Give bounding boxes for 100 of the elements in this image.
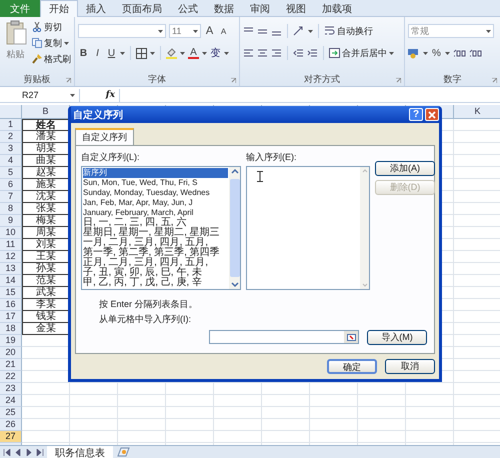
dialog-button[interactable]: 确定: [327, 359, 377, 374]
vertical-align-icon[interactable]: [257, 26, 268, 36]
row-header[interactable]: 11: [0, 239, 22, 251]
orientation-icon[interactable]: [293, 26, 305, 36]
decrease-decimal-icon[interactable]: [469, 48, 482, 58]
close-button[interactable]: [425, 108, 439, 121]
row-header[interactable]: 2: [0, 131, 22, 143]
import-button[interactable]: 导入(M): [367, 330, 427, 345]
row-header[interactable]: 12: [0, 251, 22, 263]
decrease-indent-icon[interactable]: [293, 48, 304, 58]
row-header[interactable]: 1: [0, 119, 22, 131]
row-header[interactable]: 16: [0, 299, 22, 311]
merge-center-button[interactable]: 合并后居中: [329, 46, 394, 60]
italic-button[interactable]: I: [92, 46, 103, 60]
list-item[interactable]: Sun, Mon, Tue, Wed, Thu, Fri, S: [83, 178, 228, 188]
font-name-field[interactable]: [78, 24, 166, 38]
launcher-icon[interactable]: [231, 78, 236, 83]
horizontal-align-icon[interactable]: [243, 48, 254, 58]
wrap-text-button[interactable]: 自动换行: [324, 24, 373, 38]
currency-icon[interactable]: [408, 48, 420, 58]
horizontal-align-icon[interactable]: [257, 48, 268, 58]
row-header[interactable]: 25: [0, 407, 22, 419]
fill-color-icon[interactable]: [166, 48, 177, 58]
list-item[interactable]: January, February, March, April: [83, 208, 228, 218]
row-header[interactable]: 15: [0, 287, 22, 299]
row-header[interactable]: 23: [0, 383, 22, 395]
horizontal-align-icon[interactable]: [271, 48, 282, 58]
row-header[interactable]: 14: [0, 275, 22, 287]
list-item[interactable]: 一月, 二月, 三月, 四月, 五月,: [83, 238, 228, 248]
insert-function-button[interactable]: fx: [80, 88, 120, 102]
launcher-icon[interactable]: [492, 78, 497, 83]
launcher-icon[interactable]: [396, 78, 401, 83]
entries-field[interactable]: [246, 166, 370, 290]
font-color-button[interactable]: A: [188, 47, 199, 59]
dialog-button[interactable]: 添加(A): [375, 161, 435, 176]
column-header[interactable]: B: [22, 105, 70, 119]
row-header[interactable]: 8: [0, 203, 22, 215]
dialog-button[interactable]: 取消: [385, 359, 435, 374]
list-item[interactable]: 新序列: [83, 168, 228, 178]
list-item[interactable]: 第一季, 第二季, 第三季, 第四季: [83, 248, 228, 258]
row-header[interactable]: 19: [0, 335, 22, 347]
font-size-field[interactable]: 11: [169, 24, 201, 38]
row-header[interactable]: 4: [0, 155, 22, 167]
ribbon-tab[interactable]: 开始: [40, 0, 78, 17]
column-header[interactable]: K: [454, 105, 500, 119]
underline-button[interactable]: U: [106, 46, 117, 60]
list-item[interactable]: 正月, 二月, 三月, 四月, 五月,: [83, 258, 228, 268]
row-header[interactable]: 24: [0, 395, 22, 407]
row-header[interactable]: 21: [0, 359, 22, 371]
row-header[interactable]: 17: [0, 311, 22, 323]
border-icon[interactable]: [136, 48, 147, 58]
sheet-nav-icon[interactable]: [3, 448, 11, 456]
new-sheet-icon[interactable]: [116, 447, 130, 457]
list-item[interactable]: 子, 丑, 寅, 卯, 辰, 巳, 午, 未: [83, 268, 228, 278]
list-item[interactable]: 日, 一, 二, 三, 四, 五, 六: [83, 218, 228, 228]
ribbon-tab[interactable]: 插入: [78, 0, 114, 17]
scroll-thumb[interactable]: [230, 179, 240, 277]
sheet-nav-icon[interactable]: [36, 448, 44, 456]
row-header[interactable]: 13: [0, 263, 22, 275]
paste-button[interactable]: 粘贴: [3, 20, 28, 61]
row-header[interactable]: 9: [0, 215, 22, 227]
row-header[interactable]: 5: [0, 167, 22, 179]
list-item[interactable]: 甲, 乙, 丙, 丁, 戊, 己, 庚, 辛: [83, 278, 228, 288]
cut-button[interactable]: 剪切: [32, 20, 71, 34]
list-item[interactable]: Sunday, Monday, Tuesday, Wednes: [83, 188, 228, 198]
ribbon-tab[interactable]: 审阅: [242, 0, 278, 17]
help-button[interactable]: ?: [409, 108, 423, 121]
ribbon-tab[interactable]: 公式: [170, 0, 206, 17]
import-range-field[interactable]: [209, 330, 359, 344]
collapse-dialog-button[interactable]: [344, 331, 358, 343]
increase-indent-icon[interactable]: [307, 48, 318, 58]
percent-button[interactable]: %: [431, 46, 442, 60]
ribbon-tab[interactable]: 数据: [206, 0, 242, 17]
row-header[interactable]: 20: [0, 347, 22, 359]
row-header[interactable]: 7: [0, 191, 22, 203]
dialog-tab[interactable]: 自定义序列: [75, 128, 134, 145]
row-header[interactable]: 18: [0, 323, 22, 335]
name-box[interactable]: R27: [0, 88, 80, 102]
ribbon-tab[interactable]: 页面布局: [114, 0, 170, 17]
number-format-field[interactable]: 常规: [408, 24, 494, 38]
grow-font-button[interactable]: A: [204, 24, 215, 38]
row-header[interactable]: 27: [0, 431, 22, 443]
row-header[interactable]: 22: [0, 371, 22, 383]
list-item[interactable]: 星期日, 星期一, 星期二, 星期三: [83, 228, 228, 238]
row-header[interactable]: 6: [0, 179, 22, 191]
sheet-tab[interactable]: 职务信息表: [47, 446, 113, 458]
copy-button[interactable]: 复制: [32, 36, 71, 50]
row-header[interactable]: 26: [0, 419, 22, 431]
ribbon-tab[interactable]: 加载项: [314, 0, 360, 17]
shrink-font-button[interactable]: A: [218, 24, 229, 38]
row-header[interactable]: 10: [0, 227, 22, 239]
ribbon-tab[interactable]: 视图: [278, 0, 314, 17]
bold-button[interactable]: B: [78, 46, 89, 60]
list-item[interactable]: Jan, Feb, Mar, Apr, May, Jun, J: [83, 198, 228, 208]
launcher-icon[interactable]: [66, 78, 71, 83]
phonetic-button[interactable]: 变: [210, 46, 221, 60]
increase-decimal-icon[interactable]: [453, 48, 466, 58]
scrollbar[interactable]: [229, 167, 240, 289]
row-header[interactable]: 3: [0, 143, 22, 155]
ribbon-tab[interactable]: 文件: [0, 0, 40, 17]
